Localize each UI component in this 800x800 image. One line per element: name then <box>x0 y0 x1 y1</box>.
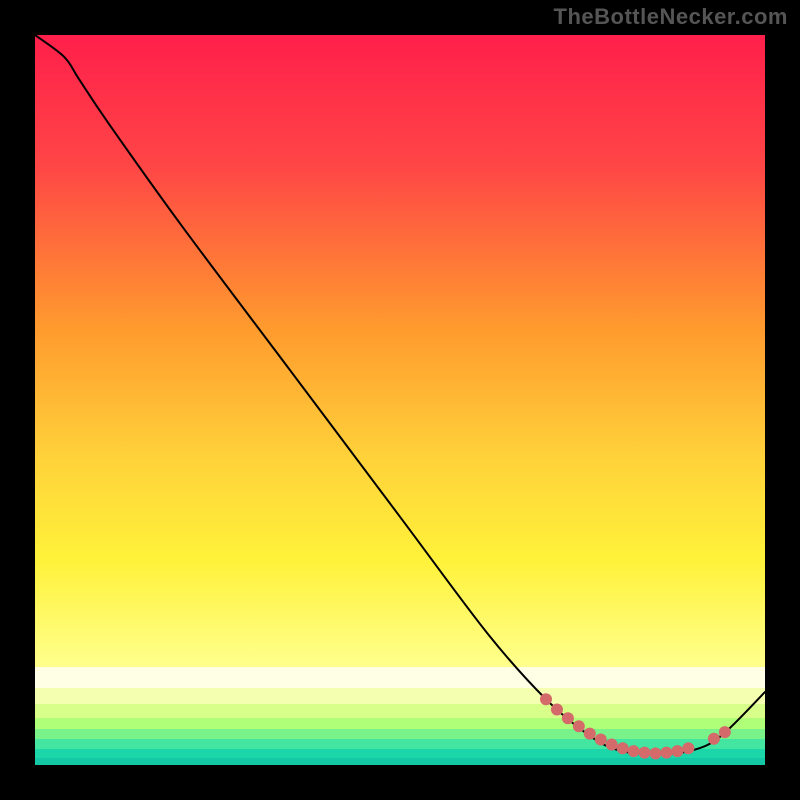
watermark-text: TheBottleNecker.com <box>554 4 788 30</box>
highlight-dot <box>708 733 720 745</box>
highlight-dot <box>573 720 585 732</box>
bottleneck-curve <box>35 35 765 754</box>
highlight-dot <box>562 712 574 724</box>
highlight-dot <box>628 745 640 757</box>
highlight-dot <box>617 742 629 754</box>
highlight-dot <box>719 726 731 738</box>
highlight-dot <box>660 747 672 759</box>
highlight-dot <box>682 742 694 754</box>
highlight-dot <box>595 733 607 745</box>
highlight-dots <box>540 693 731 759</box>
highlight-dot <box>551 704 563 716</box>
highlight-dot <box>606 739 618 751</box>
highlight-dot <box>639 747 651 759</box>
curve-layer <box>35 35 765 765</box>
chart-stage: TheBottleNecker.com <box>0 0 800 800</box>
highlight-dot <box>649 747 661 759</box>
highlight-dot <box>671 745 683 757</box>
plot-area <box>35 35 765 765</box>
highlight-dot <box>540 693 552 705</box>
highlight-dot <box>584 728 596 740</box>
